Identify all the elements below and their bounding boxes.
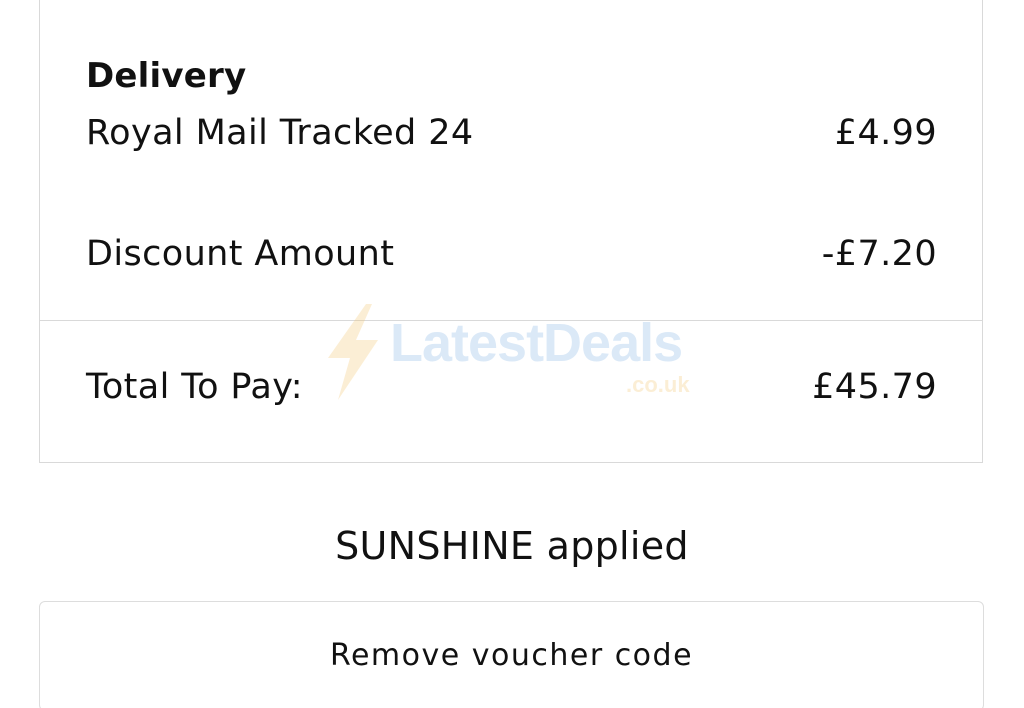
- delivery-price: £4.99: [834, 113, 937, 153]
- delivery-method: Royal Mail Tracked 24: [86, 113, 474, 153]
- total-amount: £45.79: [812, 367, 937, 407]
- voucher-applied-message: SUNSHINE applied: [335, 524, 689, 568]
- discount-label: Discount Amount: [86, 234, 395, 274]
- total-label: Total To Pay:: [86, 367, 303, 407]
- checkout-page: Delivery Royal Mail Tracked 24 £4.99 Dis…: [0, 0, 1024, 708]
- discount-amount: -£7.20: [821, 234, 937, 274]
- remove-voucher-label: Remove voucher code: [329, 638, 694, 673]
- remove-voucher-button[interactable]: Remove voucher code: [39, 601, 984, 708]
- delivery-heading: Delivery: [86, 56, 247, 96]
- summary-divider: [39, 320, 983, 321]
